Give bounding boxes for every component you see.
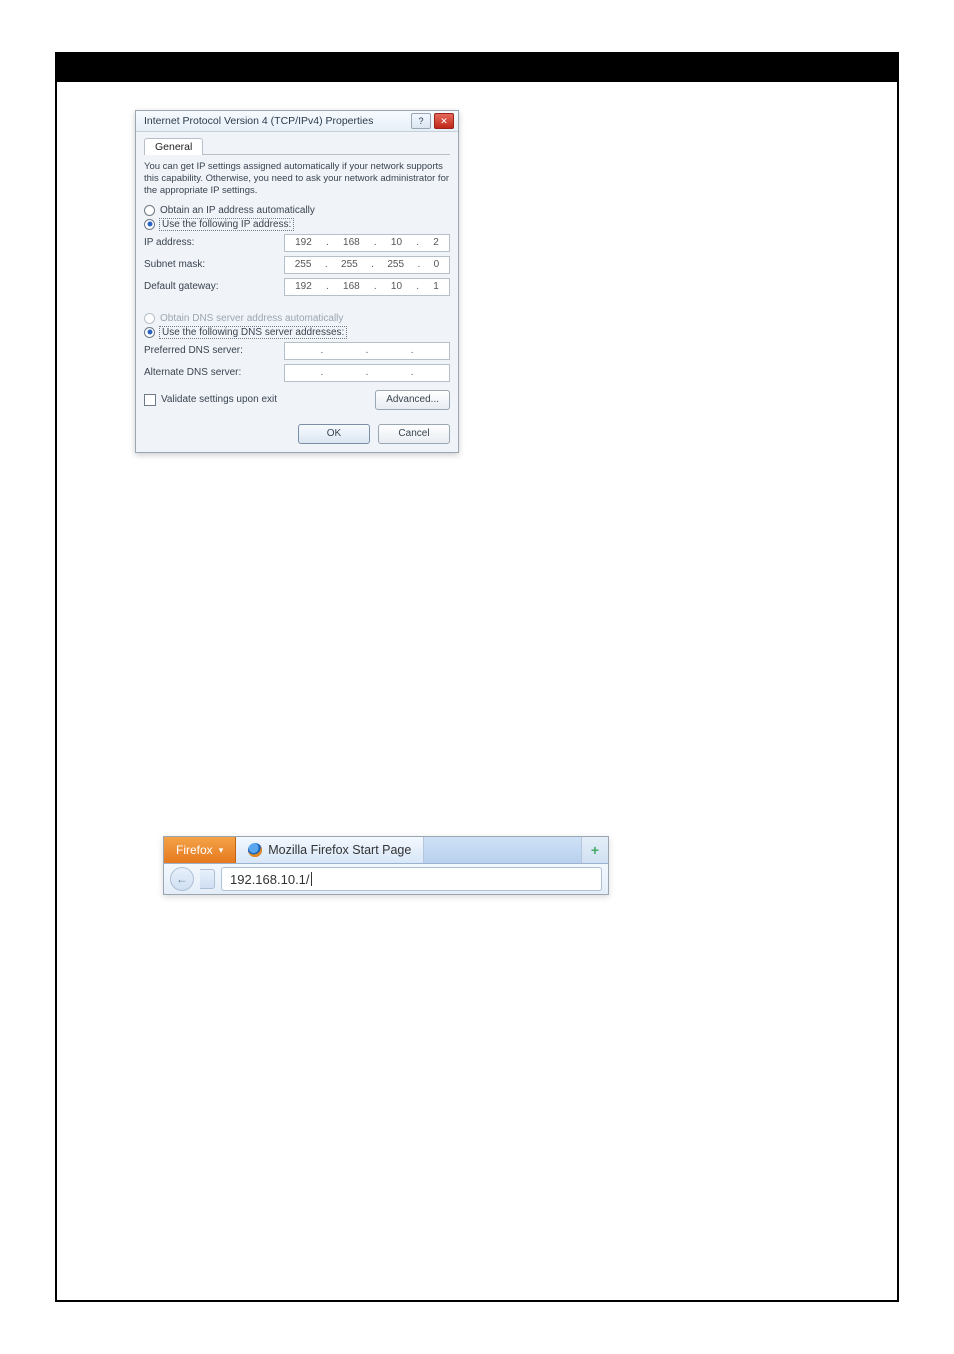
plus-icon: + [591,842,599,858]
subnet-mask-label: Subnet mask: [144,259,284,270]
help-button[interactable]: ? [411,113,431,129]
default-gateway-label: Default gateway: [144,281,284,292]
text-caret-icon [311,872,312,886]
document-frame: Internet Protocol Version 4 (TCP/IPv4) P… [55,52,899,1302]
url-bar[interactable]: 192.168.10.1/ [221,867,602,891]
ip-address-input[interactable]: 192. 168. 10. 2 [284,234,450,252]
preferred-dns-label: Preferred DNS server: [144,345,284,356]
firefox-toolbar: ← 192.168.10.1/ [164,864,608,894]
dialog-titlebar: Internet Protocol Version 4 (TCP/IPv4) P… [136,111,458,132]
radio-icon [144,327,155,338]
default-gateway-row: Default gateway: 192. 168. 10. 1 [144,278,450,296]
default-gateway-input[interactable]: 192. 168. 10. 1 [284,278,450,296]
validate-settings-label: Validate settings upon exit [161,394,277,405]
close-icon: ✕ [440,117,448,126]
alternate-dns-input[interactable]: . . . [284,364,450,382]
ok-button[interactable]: OK [298,424,370,444]
radio-use-following-ip[interactable]: Use the following IP address: [144,219,450,230]
radio-label: Use the following IP address: [160,219,293,230]
radio-label: Obtain an IP address automatically [160,205,315,216]
url-value: 192.168.10.1/ [230,872,310,887]
new-tab-button[interactable]: + [581,837,608,863]
preferred-dns-row: Preferred DNS server: . . . [144,342,450,360]
document-header-bar [57,54,897,82]
forward-button[interactable] [200,869,215,889]
tab-general[interactable]: General [144,138,203,155]
radio-label: Obtain DNS server address automatically [160,313,343,324]
radio-label: Use the following DNS server addresses: [160,327,346,338]
subnet-mask-input[interactable]: 255. 255. 255. 0 [284,256,450,274]
firefox-menu-label: Firefox [176,843,213,857]
browser-tab-start-page[interactable]: Mozilla Firefox Start Page [236,837,424,863]
tcpip-properties-dialog: Internet Protocol Version 4 (TCP/IPv4) P… [135,110,459,453]
subnet-mask-row: Subnet mask: 255. 255. 255. 0 [144,256,450,274]
firefox-logo-icon [248,843,262,857]
ip-address-row: IP address: 192. 168. 10. 2 [144,234,450,252]
alternate-dns-label: Alternate DNS server: [144,367,284,378]
radio-obtain-dns-auto: Obtain DNS server address automatically [144,313,450,324]
arrow-left-icon: ← [176,872,188,886]
preferred-dns-input[interactable]: . . . [284,342,450,360]
radio-icon [144,205,155,216]
checkbox-icon [144,394,156,406]
radio-icon [144,313,155,324]
alternate-dns-row: Alternate DNS server: . . . [144,364,450,382]
radio-use-following-dns[interactable]: Use the following DNS server addresses: [144,327,450,338]
info-text: You can get IP settings assigned automat… [144,161,450,197]
tab-strip: General [144,138,450,155]
browser-tab-title: Mozilla Firefox Start Page [268,843,411,857]
radio-obtain-ip-auto[interactable]: Obtain an IP address automatically [144,205,450,216]
ip-address-label: IP address: [144,237,284,248]
firefox-menu-button[interactable]: Firefox ▾ [164,837,236,863]
back-button[interactable]: ← [170,867,194,891]
firefox-tab-strip: Firefox ▾ Mozilla Firefox Start Page + [164,837,608,864]
firefox-window: Firefox ▾ Mozilla Firefox Start Page + ←… [163,836,609,895]
dialog-title: Internet Protocol Version 4 (TCP/IPv4) P… [144,115,373,127]
close-button[interactable]: ✕ [434,113,454,129]
help-icon: ? [418,117,423,126]
radio-icon [144,219,155,230]
advanced-button[interactable]: Advanced... [375,390,450,410]
cancel-button[interactable]: Cancel [378,424,450,444]
chevron-down-icon: ▾ [219,845,224,856]
